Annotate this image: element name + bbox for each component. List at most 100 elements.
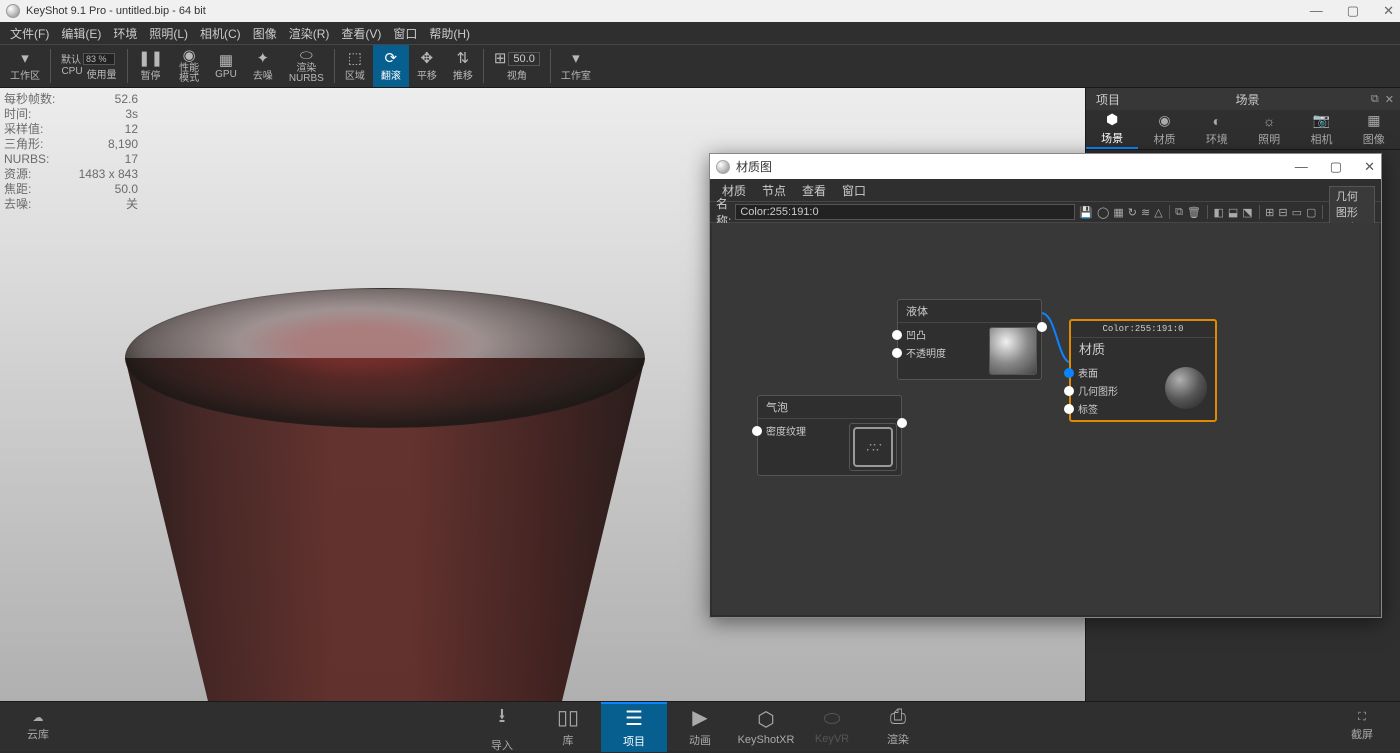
- tab-material[interactable]: ◉材质: [1138, 110, 1190, 149]
- studio-button[interactable]: ▾工作室: [553, 45, 599, 87]
- cpu-label: CPU: [61, 66, 82, 81]
- keyshotxr-button[interactable]: ⬡KeyShotXR: [733, 702, 799, 752]
- material-name-input[interactable]: Color:255:191:0: [735, 204, 1075, 220]
- menu-edit[interactable]: 编辑(E): [55, 23, 107, 44]
- dialog-menu-node[interactable]: 节点: [754, 182, 794, 199]
- lighting-icon: ☼: [1263, 113, 1276, 129]
- tool-icon-3[interactable]: ↻: [1128, 204, 1137, 220]
- menu-help[interactable]: 帮助(H): [423, 23, 476, 44]
- port-density: 密度纹理: [766, 423, 806, 438]
- render-button[interactable]: ⎙渲染: [865, 702, 931, 752]
- xr-icon: ⬡: [757, 707, 774, 732]
- tool-icon-7[interactable]: ⬓: [1228, 204, 1238, 220]
- port-dot[interactable]: [1064, 404, 1074, 414]
- port-label: 标签: [1078, 401, 1098, 416]
- import-button[interactable]: ⭳导入: [469, 702, 535, 752]
- port-dot[interactable]: [892, 348, 902, 358]
- cpu-usage-button[interactable]: 默认83 % CPU使用量: [53, 45, 125, 87]
- minimize-button[interactable]: —: [1310, 3, 1323, 19]
- animation-button[interactable]: ▶动画: [667, 702, 733, 752]
- menu-view[interactable]: 查看(V): [335, 23, 387, 44]
- fov-button[interactable]: ⊞50.0 视角: [486, 45, 548, 87]
- output-port[interactable]: [897, 418, 907, 428]
- tool-icon-10[interactable]: ⊟: [1278, 204, 1287, 220]
- gauge-icon: ◉: [183, 48, 196, 63]
- menu-image[interactable]: 图像: [247, 23, 283, 44]
- dialog-minimize-button[interactable]: —: [1295, 159, 1308, 175]
- output-port[interactable]: [1037, 322, 1047, 332]
- node-material-output[interactable]: Color:255:191:0 材质 表面 几何图形 标签: [1069, 319, 1217, 422]
- dialog-close-button[interactable]: ✕: [1364, 159, 1375, 175]
- node-graph-canvas[interactable]: 液体 凹凸 不透明度 气泡 密度纹理: [712, 223, 1379, 615]
- window-titlebar: KeyShot 9.1 Pro - untitled.bip - 64 bit …: [0, 0, 1400, 22]
- node-bubble-title: 气泡: [758, 396, 901, 419]
- menu-environment[interactable]: 环境: [107, 23, 143, 44]
- copy-icon[interactable]: ⧉: [1175, 204, 1183, 220]
- undock-icon[interactable]: ⧉: [1371, 93, 1379, 106]
- tool-icon-8[interactable]: ⬔: [1242, 204, 1252, 220]
- bubbles-icon: [853, 427, 893, 467]
- material-graph-dialog: 材质图 — ▢ ✕ 材质 节点 查看 窗口 名称: Color:255:191:…: [709, 153, 1382, 618]
- tab-image[interactable]: ▦图像: [1348, 110, 1400, 149]
- port-dot[interactable]: [752, 426, 762, 436]
- pause-button[interactable]: ❚❚暂停: [130, 45, 171, 87]
- port-dot[interactable]: [1064, 368, 1074, 378]
- save-icon[interactable]: 💾: [1079, 204, 1093, 220]
- node-liquid[interactable]: 液体 凹凸 不透明度: [897, 299, 1042, 380]
- tool-icon-1[interactable]: ◯: [1097, 204, 1109, 220]
- tool-icon-4[interactable]: ≋: [1141, 204, 1150, 220]
- tool-icon-9[interactable]: ⊞: [1265, 204, 1274, 220]
- dialog-menu-view[interactable]: 查看: [794, 182, 834, 199]
- port-surface: 表面: [1078, 365, 1098, 380]
- menu-camera[interactable]: 相机(C): [194, 23, 247, 44]
- project-button[interactable]: ☰项目: [601, 702, 667, 752]
- cloud-library-button[interactable]: ☁云库: [10, 702, 66, 752]
- tab-scene[interactable]: ⬢场景: [1086, 110, 1138, 149]
- tool-icon-5[interactable]: △: [1154, 204, 1162, 220]
- dolly-button[interactable]: ⇅推移: [445, 45, 481, 87]
- library-icon: ▯▯: [557, 705, 579, 730]
- node-bubble[interactable]: 气泡 密度纹理: [757, 395, 902, 476]
- denoise-button[interactable]: ✦去噪: [245, 45, 281, 87]
- menu-window[interactable]: 窗口: [387, 23, 423, 44]
- gpu-button[interactable]: ▦GPU: [207, 45, 245, 87]
- port-dot[interactable]: [1064, 386, 1074, 396]
- close-button[interactable]: ✕: [1383, 3, 1394, 19]
- nurbs-button[interactable]: ⬭渲染 NURBS: [281, 45, 332, 87]
- screenshot-button[interactable]: ⛶截屏: [1334, 702, 1390, 752]
- library-button[interactable]: ▯▯库: [535, 702, 601, 752]
- port-geom: 几何图形: [1078, 383, 1118, 398]
- fov-value[interactable]: 50.0: [508, 52, 539, 66]
- tool-icon-12[interactable]: ▢: [1306, 204, 1316, 220]
- denoise-icon: ✦: [257, 51, 270, 66]
- maximize-button[interactable]: ▢: [1347, 3, 1359, 19]
- tab-lighting[interactable]: ☼照明: [1243, 110, 1295, 149]
- panel-title: 场景: [1130, 91, 1365, 108]
- tool-icon-2[interactable]: ▦: [1113, 204, 1123, 220]
- performance-button[interactable]: ◉性能 模式: [171, 45, 207, 87]
- keyvr-button[interactable]: ⬭KeyVR: [799, 702, 865, 752]
- project-tab[interactable]: 项目: [1086, 91, 1130, 108]
- vr-icon: ⬭: [823, 708, 840, 731]
- pan-button[interactable]: ✥平移: [409, 45, 445, 87]
- tab-environment[interactable]: ◐环境: [1191, 110, 1243, 149]
- dialog-titlebar[interactable]: 材质图 — ▢ ✕: [710, 154, 1381, 179]
- menu-file[interactable]: 文件(F): [4, 23, 55, 44]
- dialog-menu-window[interactable]: 窗口: [834, 182, 874, 199]
- window-title: KeyShot 9.1 Pro - untitled.bip - 64 bit: [26, 5, 206, 17]
- main-toolbar: ▾工作区 默认83 % CPU使用量 ❚❚暂停 ◉性能 模式 ▦GPU ✦去噪 …: [0, 44, 1400, 88]
- nurbs-icon: ⬭: [300, 48, 313, 63]
- menu-render[interactable]: 渲染(R): [283, 23, 336, 44]
- port-dot[interactable]: [892, 330, 902, 340]
- menu-lighting[interactable]: 照明(L): [143, 23, 194, 44]
- dialog-maximize-button[interactable]: ▢: [1330, 159, 1342, 175]
- tumble-button[interactable]: ⟳翻滚: [373, 45, 409, 87]
- tool-icon-11[interactable]: ▭: [1292, 204, 1302, 220]
- tool-icon-6[interactable]: ◧: [1213, 204, 1223, 220]
- close-panel-icon[interactable]: ✕: [1385, 93, 1394, 106]
- import-icon: ⭳: [499, 701, 506, 735]
- delete-icon[interactable]: 🗑: [1187, 204, 1201, 220]
- tab-camera[interactable]: 📷相机: [1295, 110, 1347, 149]
- region-button[interactable]: ⬚区域: [337, 45, 373, 87]
- workspace-button[interactable]: ▾工作区: [2, 45, 48, 87]
